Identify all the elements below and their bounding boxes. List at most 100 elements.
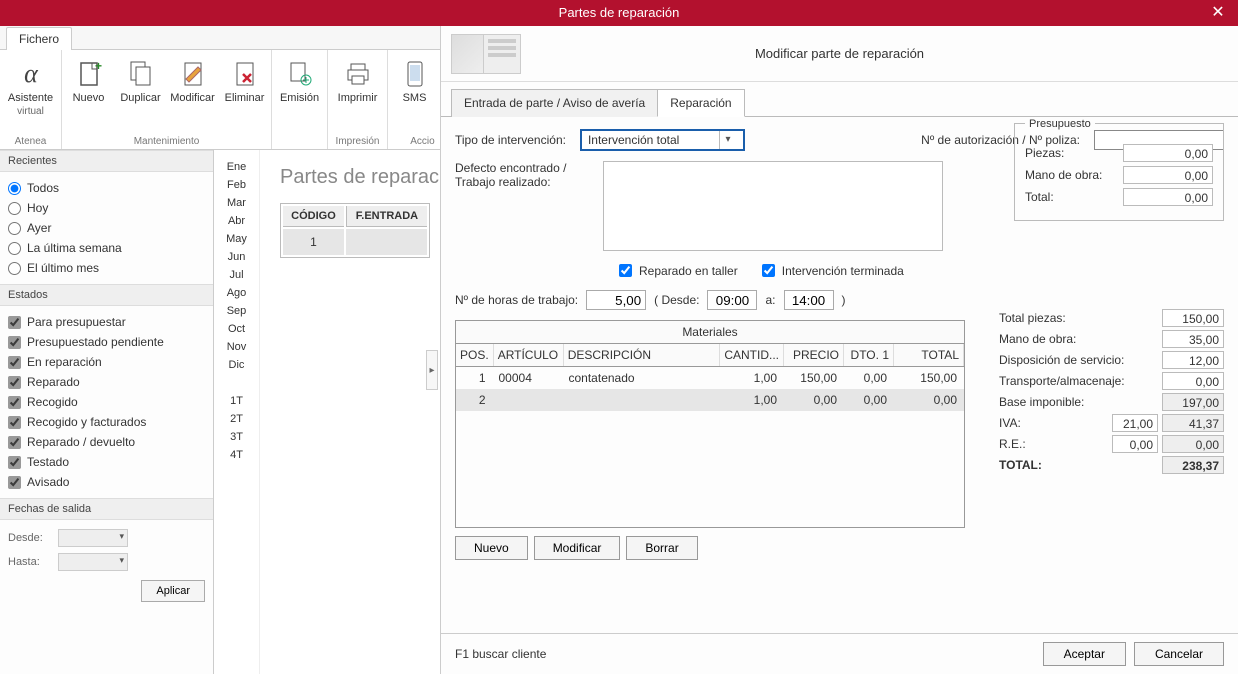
total-base: 197,00	[1162, 393, 1224, 411]
mat-col-5[interactable]: DTO. 1	[844, 344, 894, 367]
chevron-down-icon: ▾	[719, 131, 737, 149]
month-Dic[interactable]: Dic	[214, 356, 259, 374]
totals-panel: Total piezas:150,00 Mano de obra:35,00 D…	[999, 309, 1224, 477]
reciente-3[interactable]: La última semana	[8, 238, 205, 258]
printer-icon	[342, 58, 374, 90]
iva-pct[interactable]: 21,00	[1112, 414, 1158, 432]
hasta-time[interactable]	[784, 290, 834, 310]
month-Jun[interactable]: Jun	[214, 248, 259, 266]
desde-label: Desde:	[8, 532, 52, 544]
tab-reparacion[interactable]: Reparación	[657, 89, 744, 117]
month-Oct[interactable]: Oct	[214, 320, 259, 338]
estado-2[interactable]: En reparación	[8, 352, 205, 372]
estado-1[interactable]: Presupuestado pendiente	[8, 332, 205, 352]
hasta-label: Hasta:	[8, 556, 52, 568]
month-3T[interactable]: 3T	[214, 428, 259, 446]
table-row[interactable]: 1	[283, 229, 427, 255]
presupuesto-box: Presupuesto Piezas:0,00 Mano de obra:0,0…	[1014, 123, 1224, 221]
chk-taller[interactable]: Reparado en taller	[615, 261, 738, 280]
alpha-icon: α	[15, 58, 47, 90]
hasta-combo[interactable]	[58, 553, 128, 571]
reciente-4[interactable]: El último mes	[8, 258, 205, 278]
ribbon-duplicar[interactable]: Duplicar	[116, 54, 166, 108]
ribbon-emision[interactable]: Emisión	[275, 54, 325, 108]
desde-time[interactable]	[707, 290, 757, 310]
mat-modificar-button[interactable]: Modificar	[534, 536, 621, 560]
col-codigo[interactable]: CÓDIGO	[283, 206, 344, 227]
month-Jul[interactable]: Jul	[214, 266, 259, 284]
estado-6[interactable]: Reparado / devuelto	[8, 432, 205, 452]
month-Feb[interactable]: Feb	[214, 176, 259, 194]
re-pct[interactable]: 0,00	[1112, 435, 1158, 453]
modify-dialog: Modificar parte de reparación Entrada de…	[440, 26, 1238, 674]
material-row[interactable]: 100004contatenado1,00150,000,00150,00	[456, 367, 964, 389]
reciente-0[interactable]: Todos	[8, 178, 205, 198]
total-trans[interactable]: 0,00	[1162, 372, 1224, 390]
month-1T[interactable]: 1T	[214, 392, 259, 410]
material-row[interactable]: 21,000,000,000,00	[456, 389, 964, 411]
month-2T[interactable]: 2T	[214, 410, 259, 428]
ribbon-tab-fichero[interactable]: Fichero	[6, 27, 72, 50]
ribbon-sms[interactable]: SMS	[396, 54, 434, 108]
tab-entrada[interactable]: Entrada de parte / Aviso de avería	[451, 89, 658, 117]
mat-col-6[interactable]: TOTAL	[894, 344, 964, 367]
mat-col-2[interactable]: DESCRIPCIÓN	[563, 344, 719, 367]
estado-7[interactable]: Testado	[8, 452, 205, 472]
mat-col-0[interactable]: POS.	[456, 344, 493, 367]
total-disp[interactable]: 12,00	[1162, 351, 1224, 369]
ribbon-group-impresion: Impresión	[328, 136, 387, 147]
aceptar-button[interactable]: Aceptar	[1043, 642, 1126, 666]
preview-icon	[451, 34, 521, 74]
horas-input[interactable]	[586, 290, 646, 310]
presu-mano[interactable]: 0,00	[1123, 166, 1213, 184]
mat-col-1[interactable]: ARTÍCULO	[493, 344, 563, 367]
ribbon-asistente[interactable]: α Asistente virtual	[6, 54, 56, 121]
fechas-header: Fechas de salida	[0, 498, 213, 520]
mat-col-4[interactable]: PRECIO	[784, 344, 844, 367]
total-iva: 41,37	[1162, 414, 1224, 432]
estados-header: Estados	[0, 284, 213, 306]
footer-hint: F1 buscar cliente	[455, 647, 546, 661]
month-Nov[interactable]: Nov	[214, 338, 259, 356]
month-Ene[interactable]: Ene	[214, 158, 259, 176]
total-piezas[interactable]: 150,00	[1162, 309, 1224, 327]
window-titlebar: Partes de reparación ✕	[0, 0, 1238, 26]
col-fentrada[interactable]: F.ENTRADA	[346, 206, 427, 227]
estado-0[interactable]: Para presupuestar	[8, 312, 205, 332]
ribbon-nuevo[interactable]: + Nuevo	[64, 54, 114, 108]
mat-borrar-button[interactable]: Borrar	[626, 536, 697, 560]
estado-3[interactable]: Reparado	[8, 372, 205, 392]
estado-8[interactable]: Avisado	[8, 472, 205, 492]
estado-5[interactable]: Recogido y facturados	[8, 412, 205, 432]
tipo-combo[interactable]: Intervención total ▾	[580, 129, 745, 151]
recientes-header: Recientes	[0, 150, 213, 172]
chk-terminada[interactable]: Intervención terminada	[758, 261, 904, 280]
aplicar-button[interactable]: Aplicar	[141, 580, 205, 602]
materials-grid: Materiales POS.ARTÍCULODESCRIPCIÓNCANTID…	[455, 320, 965, 528]
month-Abr[interactable]: Abr	[214, 212, 259, 230]
expand-handle-icon[interactable]: ▸	[426, 350, 438, 390]
estado-4[interactable]: Recogido	[8, 392, 205, 412]
presu-piezas[interactable]: 0,00	[1123, 144, 1213, 162]
ribbon-modificar[interactable]: Modificar	[168, 54, 218, 108]
month-Ago[interactable]: Ago	[214, 284, 259, 302]
month-	[214, 374, 259, 392]
presu-total[interactable]: 0,00	[1123, 188, 1213, 206]
mat-nuevo-button[interactable]: Nuevo	[455, 536, 528, 560]
reciente-1[interactable]: Hoy	[8, 198, 205, 218]
partes-table: CÓDIGO F.ENTRADA 1	[280, 203, 430, 258]
ribbon-eliminar[interactable]: Eliminar	[220, 54, 270, 108]
month-May[interactable]: May	[214, 230, 259, 248]
month-4T[interactable]: 4T	[214, 446, 259, 464]
month-Mar[interactable]: Mar	[214, 194, 259, 212]
month-Sep[interactable]: Sep	[214, 302, 259, 320]
ribbon-imprimir[interactable]: Imprimir	[333, 54, 383, 108]
reciente-2[interactable]: Ayer	[8, 218, 205, 238]
defect-textarea[interactable]	[603, 161, 943, 251]
mat-col-3[interactable]: CANTID...	[720, 344, 784, 367]
cancelar-button[interactable]: Cancelar	[1134, 642, 1224, 666]
total-mano[interactable]: 35,00	[1162, 330, 1224, 348]
dialog-tabs: Entrada de parte / Aviso de avería Repar…	[441, 88, 1238, 117]
desde-combo[interactable]	[58, 529, 128, 547]
close-icon[interactable]: ✕	[1198, 0, 1238, 26]
